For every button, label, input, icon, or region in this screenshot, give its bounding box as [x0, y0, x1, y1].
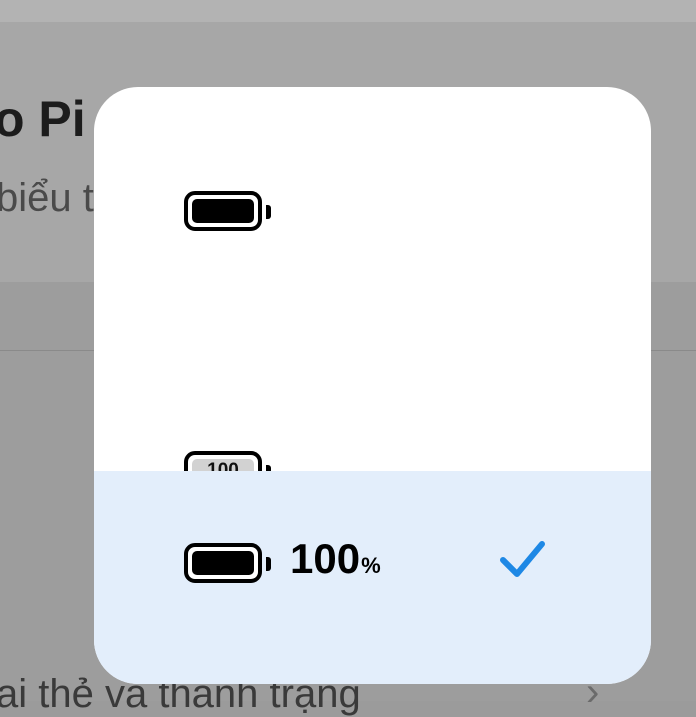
battery-style-option-number-inside[interactable]: 100 [94, 320, 651, 491]
page-subtitle: biểu t [0, 176, 94, 220]
battery-icon [184, 191, 271, 231]
battery-style-option-percentage[interactable]: 100% [94, 471, 651, 684]
battery-style-option-icon[interactable] [94, 87, 651, 320]
battery-style-popup: 100 100% [94, 87, 651, 684]
battery-icon [184, 543, 271, 583]
page-title: o Pi [0, 91, 86, 147]
battery-percentage-label: 100% [290, 535, 381, 583]
battery-percent-value: 100 [290, 535, 361, 582]
status-bar-area [0, 0, 696, 22]
battery-percent-symbol: % [361, 553, 381, 578]
checkmark-icon [500, 541, 545, 577]
